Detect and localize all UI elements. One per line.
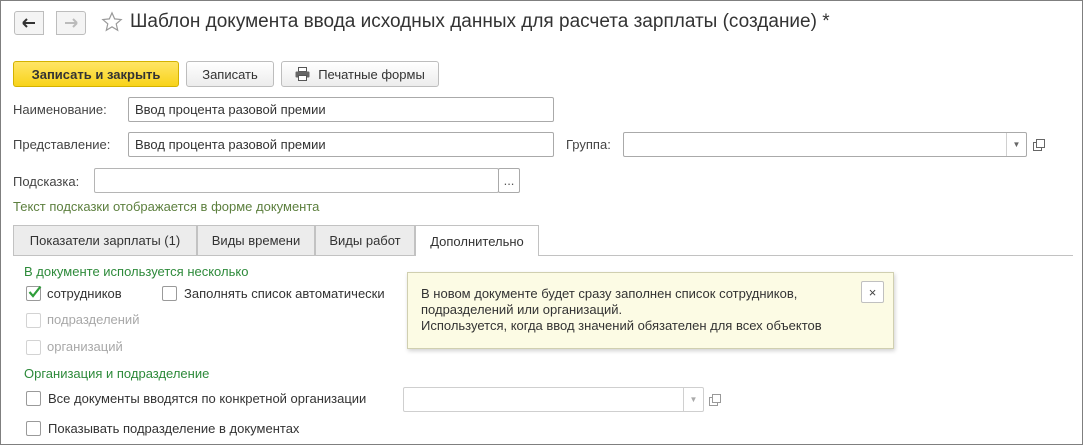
open-link-icon <box>1033 138 1045 151</box>
organizations-label: организаций <box>47 339 123 354</box>
representation-input[interactable]: Ввод процента разовой премии <box>128 132 554 157</box>
section-used-heading: В документе используется несколько <box>24 264 249 279</box>
checkmark-icon <box>28 285 42 298</box>
tab-additional[interactable]: Дополнительно <box>415 225 539 256</box>
favorite-star-icon[interactable] <box>101 11 123 36</box>
tab-work-types[interactable]: Виды работ <box>315 225 415 255</box>
employees-label: сотрудников <box>47 286 122 301</box>
page-title: Шаблон документа ввода исходных данных д… <box>130 11 830 32</box>
tooltip-line-2: подразделений или организаций. <box>421 302 623 317</box>
departments-label: подразделений <box>47 312 140 327</box>
autofill-label: Заполнять список автоматически <box>184 286 385 301</box>
departments-checkbox[interactable] <box>26 313 41 328</box>
group-label: Группа: <box>566 137 611 152</box>
organization-open-button[interactable] <box>705 387 725 412</box>
save-and-close-button[interactable]: Записать и закрыть <box>13 61 179 87</box>
tooltip-line-3: Используется, когда ввод значений обязат… <box>421 318 822 333</box>
show-department-label: Показывать подразделение в документах <box>48 421 300 436</box>
dropdown-arrow-icon: ▼ <box>1012 140 1021 149</box>
section-org-heading: Организация и подразделение <box>24 366 210 381</box>
print-forms-button[interactable]: Печатные формы <box>281 61 439 87</box>
hint-label: Подсказка: <box>13 174 80 189</box>
group-select[interactable]: ▼ <box>623 132 1027 157</box>
back-button[interactable] <box>14 11 44 35</box>
organization-select[interactable]: ▼ <box>403 387 704 412</box>
autofill-checkbox[interactable] <box>162 286 177 301</box>
group-open-button[interactable] <box>1029 132 1049 157</box>
tooltip-line-1: В новом документе будет сразу заполнен с… <box>421 286 798 301</box>
hint-select-button[interactable]: ... <box>498 168 520 193</box>
name-label: Наименование: <box>13 102 107 117</box>
group-dropdown-button[interactable]: ▼ <box>1006 133 1026 156</box>
print-forms-label: Печатные формы <box>318 66 425 82</box>
hint-note: Текст подсказки отображается в форме док… <box>13 199 320 214</box>
tab-divider <box>13 255 1073 256</box>
save-button[interactable]: Записать <box>186 61 274 87</box>
show-department-checkbox[interactable] <box>26 421 41 436</box>
organization-dropdown-button[interactable]: ▼ <box>683 388 703 411</box>
forward-button[interactable] <box>56 11 86 35</box>
printer-icon <box>295 67 310 81</box>
tooltip-popup: В новом документе будет сразу заполнен с… <box>407 272 894 349</box>
organizations-checkbox[interactable] <box>26 340 41 355</box>
representation-label: Представление: <box>13 137 111 152</box>
tooltip-close-button[interactable]: × <box>861 281 884 303</box>
close-icon: × <box>868 284 877 300</box>
hint-input[interactable] <box>94 168 499 193</box>
tab-time-types[interactable]: Виды времени <box>197 225 315 255</box>
employees-checkbox[interactable] <box>26 285 42 301</box>
arrow-left-icon <box>22 18 35 28</box>
tooltip-text: В новом документе будет сразу заполнен с… <box>421 286 822 334</box>
arrow-right-icon <box>65 18 78 28</box>
by-org-label: Все документы вводятся по конкретной орг… <box>48 391 367 406</box>
by-org-checkbox[interactable] <box>26 391 41 406</box>
open-link-icon <box>709 393 721 406</box>
tab-salary-indicators[interactable]: Показатели зарплаты (1) <box>13 225 197 255</box>
dropdown-arrow-icon: ▼ <box>689 395 698 404</box>
name-input[interactable]: Ввод процента разовой премии <box>128 97 554 122</box>
